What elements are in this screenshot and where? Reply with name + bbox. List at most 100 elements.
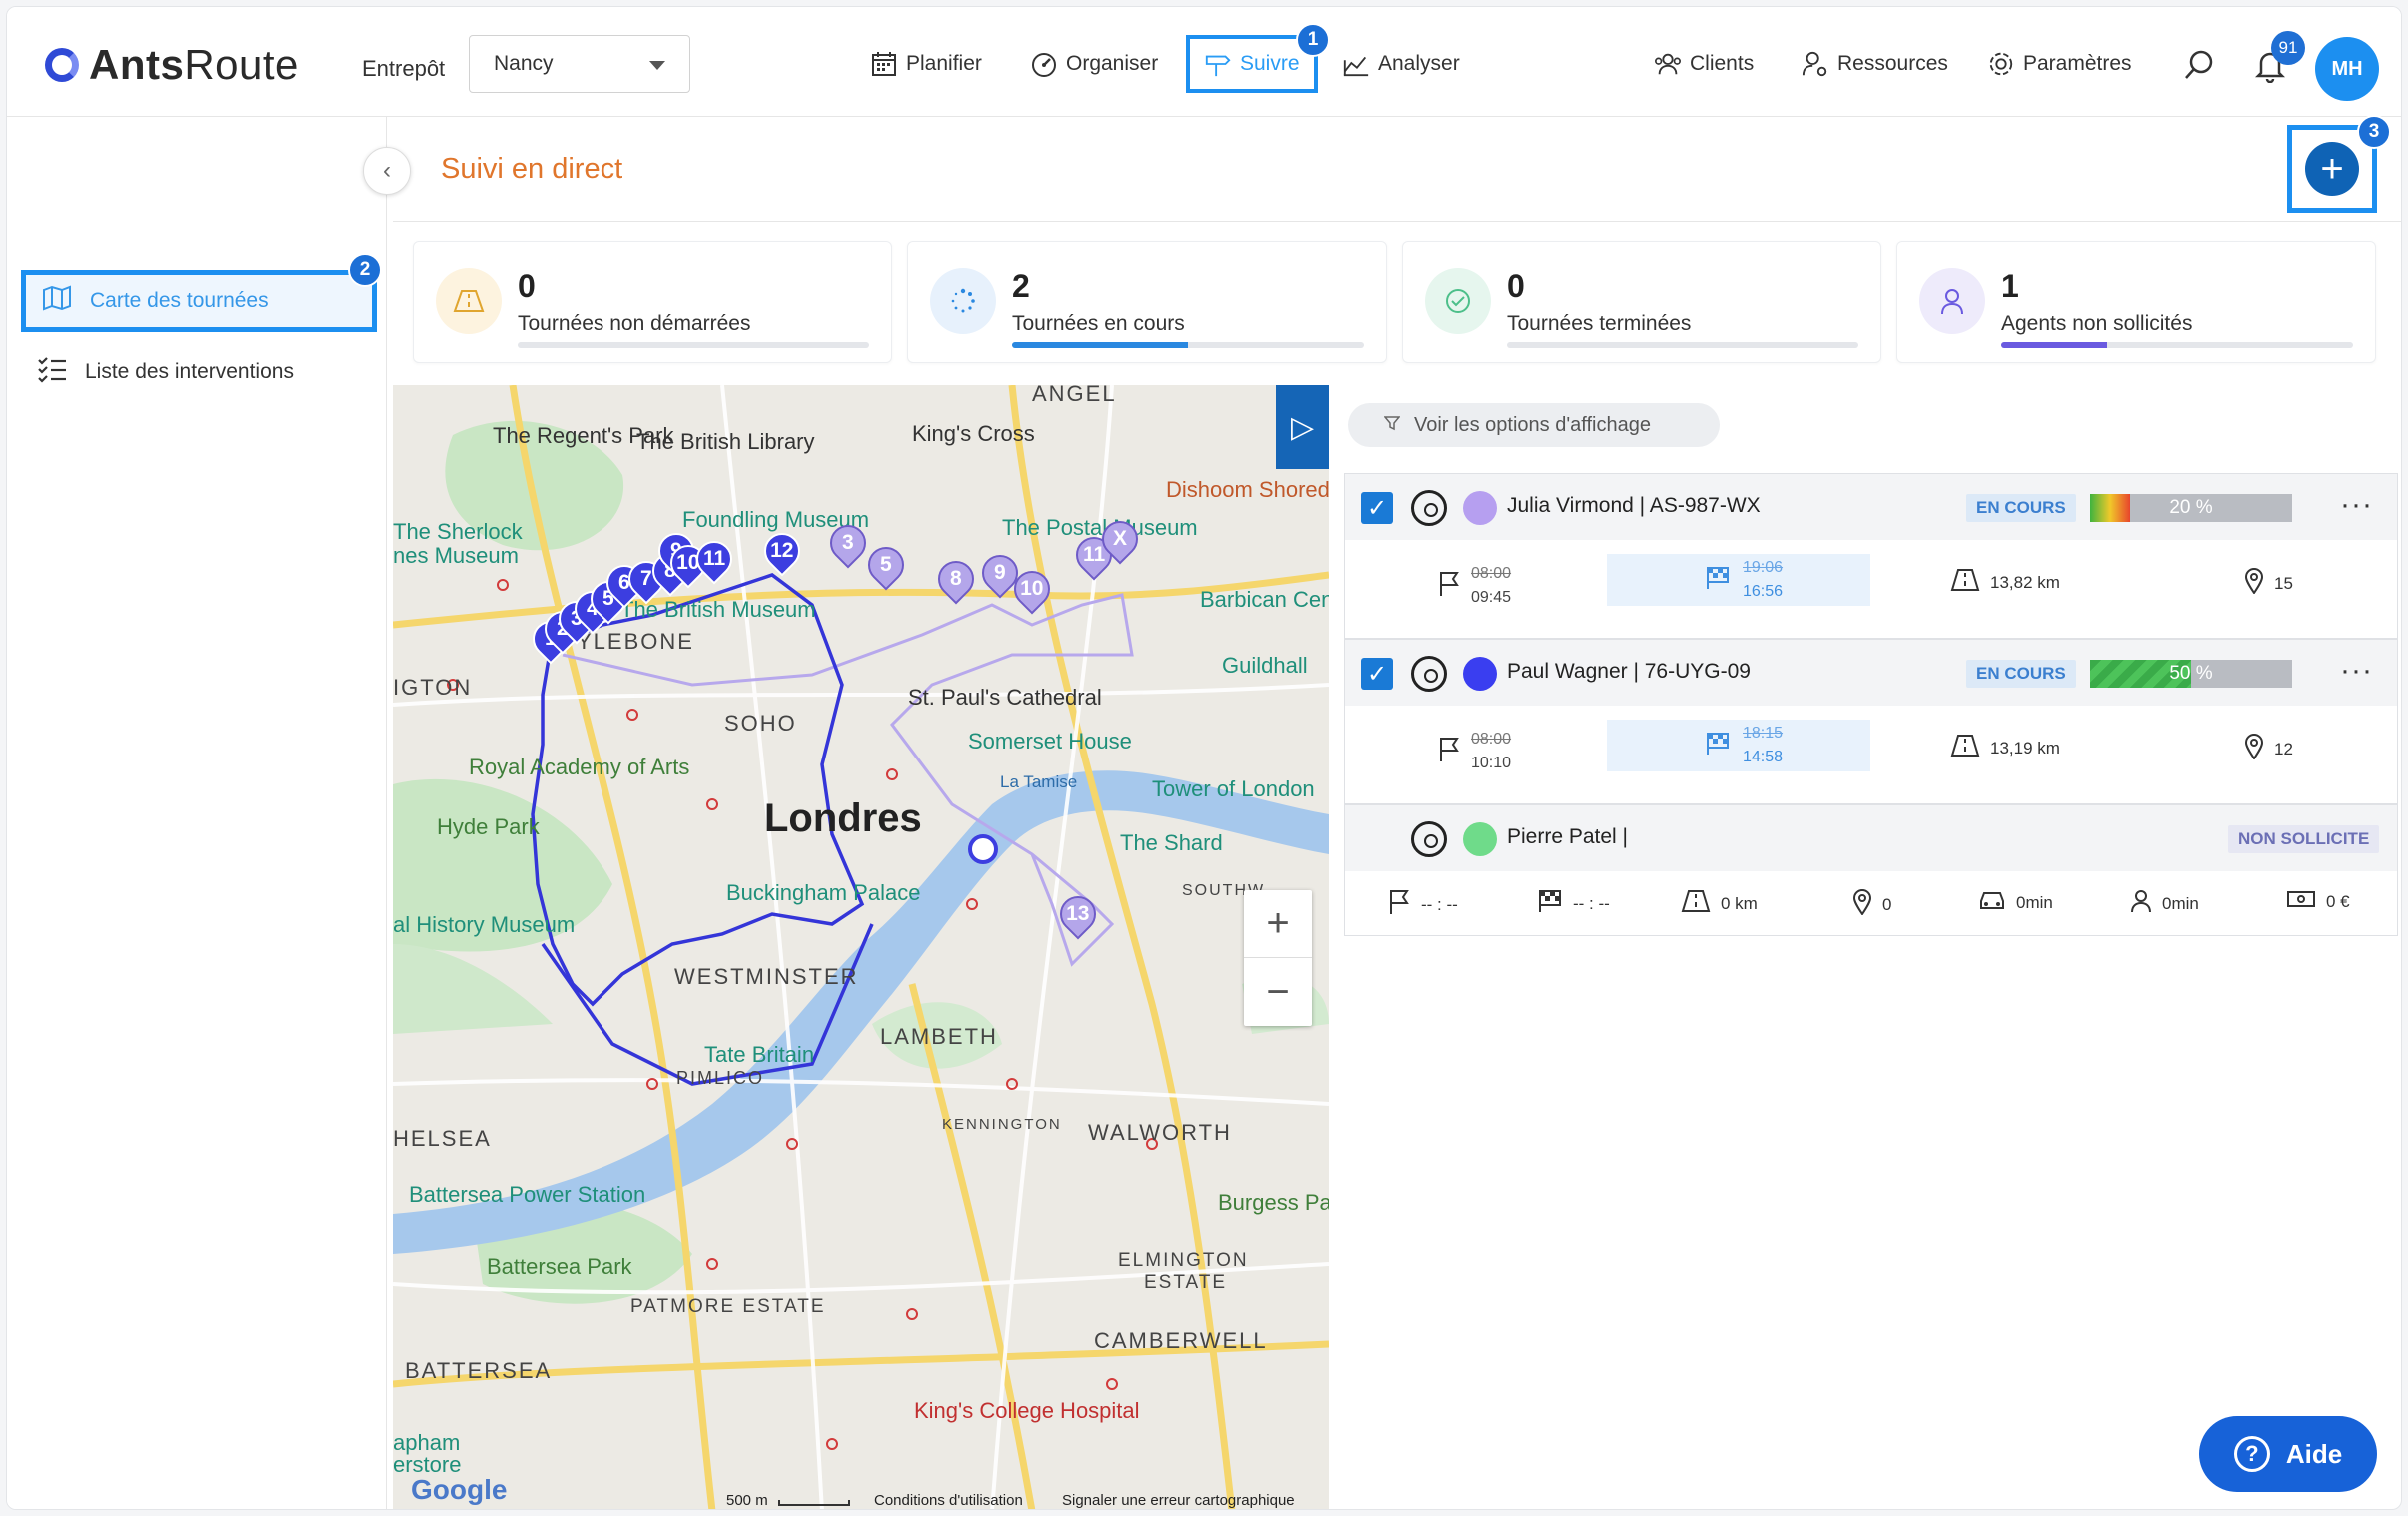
sidebar-item-liste-des-interventions[interactable]: Liste des interventions: [21, 341, 377, 403]
list-icon: [37, 355, 67, 389]
gauge-icon: [1030, 50, 1058, 78]
nav-planifier[interactable]: Planifier: [870, 35, 982, 93]
map-label: IGTON: [393, 675, 473, 700]
nav-parametres[interactable]: Paramètres: [1987, 35, 2132, 93]
actual-start-time: 09:45: [1471, 589, 1512, 606]
route-work-time: 0min: [2130, 889, 2199, 918]
collapse-sidebar-button[interactable]: ‹: [363, 147, 411, 195]
status-badge: EN COURS: [1966, 660, 2076, 688]
money-icon: [2286, 889, 2316, 914]
route-header: ✓ Paul Wagner | 76-UYG-09 EN COURS 50 % …: [1345, 640, 2397, 706]
zoom-out-button[interactable]: −: [1244, 958, 1312, 1026]
expand-map-button[interactable]: ▷: [1276, 385, 1329, 469]
nav-organiser[interactable]: Organiser: [1030, 35, 1158, 93]
vehicle-location-icon[interactable]: [968, 834, 998, 864]
end-value: -- : --: [1573, 893, 1610, 913]
route-progress-bar: 50 %: [2090, 660, 2292, 688]
flag-icon: [1387, 889, 1411, 920]
user-gear-icon: [1802, 50, 1829, 78]
route-checkbox[interactable]: ✓: [1361, 492, 1393, 524]
chevron-right-icon: ▷: [1290, 410, 1315, 444]
road-icon: [1950, 568, 1980, 597]
route-details: 08:00 10:10 18:15 14:58 13,19 km 12: [1345, 706, 2397, 803]
finish-flag-icon: [1705, 732, 1731, 760]
add-route-button[interactable]: +: [2305, 142, 2359, 196]
stat-card-not-started: 0 Tournées non démarrées: [413, 241, 892, 363]
map-label: Battersea Power Station: [409, 1182, 646, 1207]
start-time: 08:00 09:45: [1437, 562, 1511, 610]
distance-value: 13,19 km: [1990, 738, 2060, 758]
filter-icon: [1383, 414, 1401, 437]
stat-card-unassigned-agents: 1 Agents non sollicités: [1896, 241, 2376, 363]
nav-label: Clients: [1690, 52, 1755, 75]
display-options-button[interactable]: Voir les options d'affichage: [1348, 403, 1720, 447]
nav-label: Ressources: [1837, 52, 1948, 75]
locate-target-icon[interactable]: [1411, 490, 1447, 526]
map-label: ANGEL: [1032, 385, 1117, 406]
road-icon: [1950, 734, 1980, 762]
stat-progress-bar: [1507, 342, 1858, 348]
step-badge-1: 1: [1296, 23, 1330, 57]
route-progress-bar: 20 %: [2090, 494, 2292, 522]
map-label: Barbican Cen: [1200, 587, 1329, 612]
question-icon: ?: [2233, 1436, 2270, 1472]
chart-icon: [1342, 50, 1370, 78]
more-options-button[interactable]: ···: [2340, 488, 2373, 522]
map-label: The Shard: [1120, 830, 1223, 855]
map-label: The Sherlock: [393, 519, 523, 544]
map-footer: 500 m Conditions d'utilisation Signaler …: [393, 1490, 1329, 1509]
plus-icon: +: [2320, 147, 2344, 191]
map-label: Royal Academy of Arts: [469, 755, 690, 779]
drive-time-value: 0min: [2016, 892, 2053, 912]
map-label: CAMBERWELL: [1094, 1328, 1268, 1353]
avatar[interactable]: MH: [2315, 37, 2379, 101]
stops-value: 12: [2274, 739, 2293, 758]
nav-clients[interactable]: Clients: [1654, 35, 1754, 93]
nav-label: Organiser: [1066, 52, 1159, 75]
stops-value: 15: [2274, 573, 2293, 593]
zoom-in-button[interactable]: +: [1244, 890, 1312, 958]
locate-target-icon[interactable]: [1411, 656, 1447, 692]
page-title: Suivi en direct: [441, 153, 623, 185]
user-icon: [1919, 268, 1985, 334]
map-label: ELMINGTON: [1118, 1250, 1249, 1271]
map-terms-link[interactable]: Conditions d'utilisation: [874, 1492, 1023, 1509]
map-label: La Tamise: [1000, 772, 1078, 791]
route-map[interactable]: The Regent's Park The British Library Ki…: [393, 385, 1329, 1509]
app-logo[interactable]: AntsRoute: [45, 41, 299, 89]
notification-count-badge: 91: [2271, 31, 2305, 65]
route-checkbox[interactable]: ✓: [1361, 658, 1393, 690]
map-label: KENNINGTON: [942, 1116, 1062, 1133]
map-label: WESTMINSTER: [674, 964, 859, 989]
planned-end-time: 18:15: [1743, 725, 1784, 742]
start-time: 08:00 10:10: [1437, 728, 1511, 775]
help-button[interactable]: ? Aide: [2199, 1416, 2377, 1492]
map-report-link[interactable]: Signaler une erreur cartographique: [1062, 1492, 1295, 1509]
stat-value: 2: [1012, 268, 1030, 304]
depot-select[interactable]: Nancy: [469, 35, 690, 93]
route-color-dot: [1463, 491, 1497, 525]
map-label: PIMLICO: [676, 1068, 765, 1088]
nav-ressources[interactable]: Ressources: [1802, 35, 1948, 93]
estimated-end-time: 16:56: [1743, 583, 1784, 600]
nav-analyser[interactable]: Analyser: [1342, 35, 1460, 93]
route-color-dot: [1463, 822, 1497, 856]
help-label: Aide: [2285, 1438, 2343, 1469]
sidebar-item-carte-des-tournees[interactable]: Carte des tournées: [21, 270, 377, 332]
stat-label: Agents non sollicités: [2001, 312, 2193, 335]
start-time: -- : --: [1387, 889, 1458, 920]
map-label: nes Museum: [393, 543, 519, 568]
finish-flag-icon: [1537, 889, 1563, 918]
locate-target-icon[interactable]: [1411, 821, 1447, 857]
map-label: Battersea Park: [487, 1254, 632, 1279]
more-options-button[interactable]: ···: [2340, 654, 2373, 688]
nav-label: Paramètres: [2023, 52, 2132, 75]
zoom-controls: + −: [1244, 890, 1312, 1026]
route-name: Julia Virmond | AS-987-WX: [1507, 494, 1761, 517]
map-pin-icon: [1852, 889, 1872, 920]
stat-progress-bar: [2001, 342, 2353, 348]
gear-icon: [1987, 50, 2015, 78]
map-label: Hyde Park: [437, 814, 540, 839]
search-icon[interactable]: [2183, 49, 2215, 86]
flag-icon: [1437, 571, 1461, 602]
